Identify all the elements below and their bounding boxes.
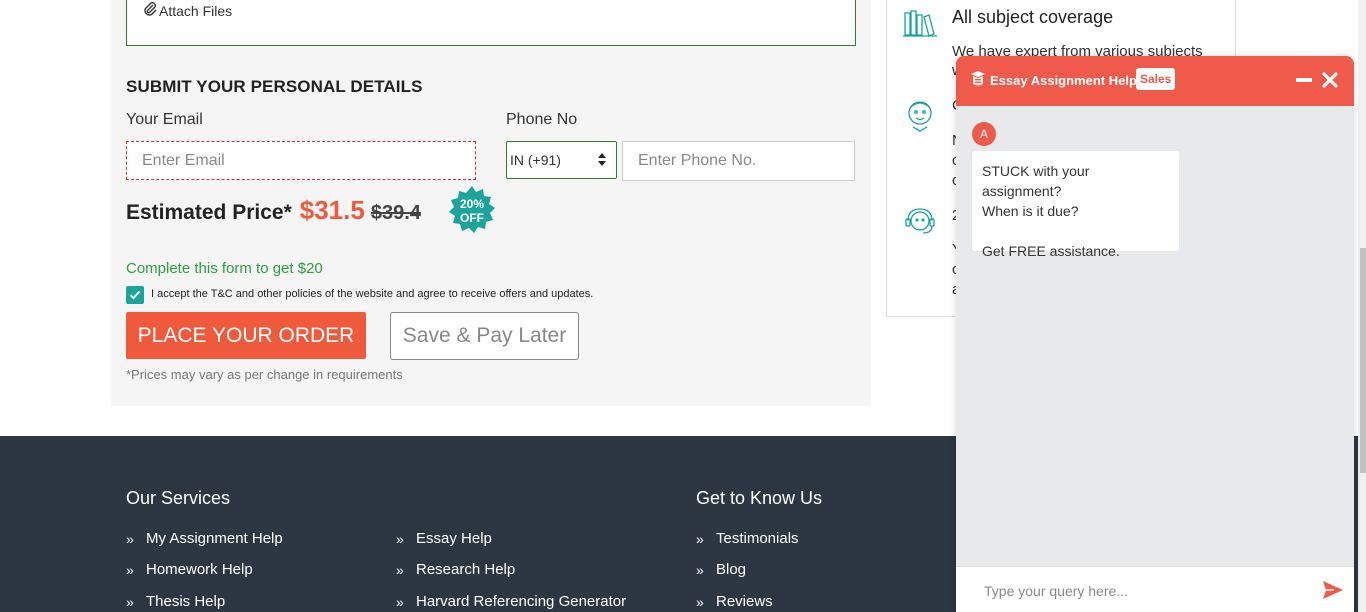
graduation-cap-icon xyxy=(970,70,986,93)
expert-icon xyxy=(903,97,937,138)
phone-label: Phone No xyxy=(506,111,578,128)
country-code-select[interactable]: IN (+91) xyxy=(506,141,617,179)
email-input[interactable]: Enter Email xyxy=(126,141,476,180)
double-chevron-icon: » xyxy=(696,530,704,547)
tnc-text: I accept the T&C and other policies of t… xyxy=(151,288,594,300)
discount-percent: 20% xyxy=(459,197,485,211)
attach-files-link[interactable]: Attach Files xyxy=(143,1,232,20)
chat-message-line: When is it due? xyxy=(982,203,1079,219)
double-chevron-icon: » xyxy=(126,530,134,547)
price-note: *Prices may vary as per change in requir… xyxy=(126,367,403,382)
email-label: Your Email xyxy=(126,111,203,128)
phone-input[interactable]: Enter Phone No. xyxy=(622,141,855,181)
page-scrollbar-thumb[interactable] xyxy=(1360,248,1366,473)
chat-header: Essay Assignment Help Sales xyxy=(956,56,1354,106)
double-chevron-icon: » xyxy=(696,561,704,578)
discount-badge: 20% OFF xyxy=(448,186,496,234)
save-pay-later-button[interactable]: Save & Pay Later xyxy=(390,312,579,360)
checkmark-icon xyxy=(129,290,141,300)
feature-heading: All subject coverage xyxy=(952,7,1114,27)
close-icon[interactable] xyxy=(1320,70,1340,90)
chat-title: Essay Assignment Help xyxy=(990,73,1137,88)
chat-input-bar: Type your query here... xyxy=(956,566,1354,612)
footer-link[interactable]: » Essay Help xyxy=(396,530,492,547)
discount-off: OFF xyxy=(460,211,484,225)
agent-avatar: A xyxy=(972,122,996,146)
support-agent-icon xyxy=(903,205,937,242)
footer-link[interactable]: » Reviews xyxy=(696,593,773,610)
price-original: $39.4 xyxy=(370,202,421,224)
sales-badge: Sales xyxy=(1136,68,1176,90)
footer-link[interactable]: » Harvard Referencing Generator xyxy=(396,593,626,610)
chat-input[interactable]: Type your query here... xyxy=(984,583,1128,599)
footer-about-heading: Get to Know Us xyxy=(696,488,823,508)
promo-text: Complete this form to get $20 xyxy=(126,260,323,277)
estimated-price-row: Estimated Price* $31.5 $39.4 xyxy=(126,195,421,226)
tnc-checkbox[interactable] xyxy=(126,286,144,304)
paperclip-icon xyxy=(143,1,157,20)
footer-link[interactable]: » Blog xyxy=(696,561,746,578)
chat-message-bubble: STUCK with your assignment? When is it d… xyxy=(972,151,1179,259)
chat-widget: Essay Assignment Help Sales A STUCK with… xyxy=(956,56,1354,612)
page: Attach Files SUBMIT YOUR PERSONAL DETAIL… xyxy=(0,0,1366,612)
attach-files-box[interactable]: Attach Files xyxy=(126,0,856,46)
footer-link[interactable]: » My Assignment Help xyxy=(126,530,283,547)
footer-link[interactable]: » Testimonials xyxy=(696,530,799,547)
chat-message-line: Get FREE assistance. xyxy=(982,243,1120,259)
country-code-value: IN (+91) xyxy=(510,152,561,168)
footer-link[interactable]: » Thesis Help xyxy=(126,593,225,610)
price-current: $31.5 xyxy=(299,195,365,225)
place-order-button[interactable]: PLACE YOUR ORDER xyxy=(126,312,366,359)
double-chevron-icon: » xyxy=(396,593,404,610)
attach-files-label: Attach Files xyxy=(159,2,233,19)
footer-services-heading: Our Services xyxy=(126,488,231,508)
send-icon[interactable] xyxy=(1322,580,1344,605)
footer-link[interactable]: » Homework Help xyxy=(126,561,253,578)
double-chevron-icon: » xyxy=(126,561,134,578)
footer-link[interactable]: » Research Help xyxy=(396,561,515,578)
double-chevron-icon: » xyxy=(396,530,404,547)
minimize-icon[interactable] xyxy=(1296,78,1312,82)
section-title: SUBMIT YOUR PERSONAL DETAILS xyxy=(126,77,423,96)
books-icon xyxy=(903,9,937,42)
price-label: Estimated Price* xyxy=(126,201,292,224)
double-chevron-icon: » xyxy=(126,593,134,610)
chat-message-line: STUCK with your assignment? xyxy=(982,163,1090,199)
select-arrows-icon xyxy=(598,153,606,167)
double-chevron-icon: » xyxy=(696,593,704,610)
double-chevron-icon: » xyxy=(396,561,404,578)
order-form-panel: Attach Files SUBMIT YOUR PERSONAL DETAIL… xyxy=(111,0,871,406)
